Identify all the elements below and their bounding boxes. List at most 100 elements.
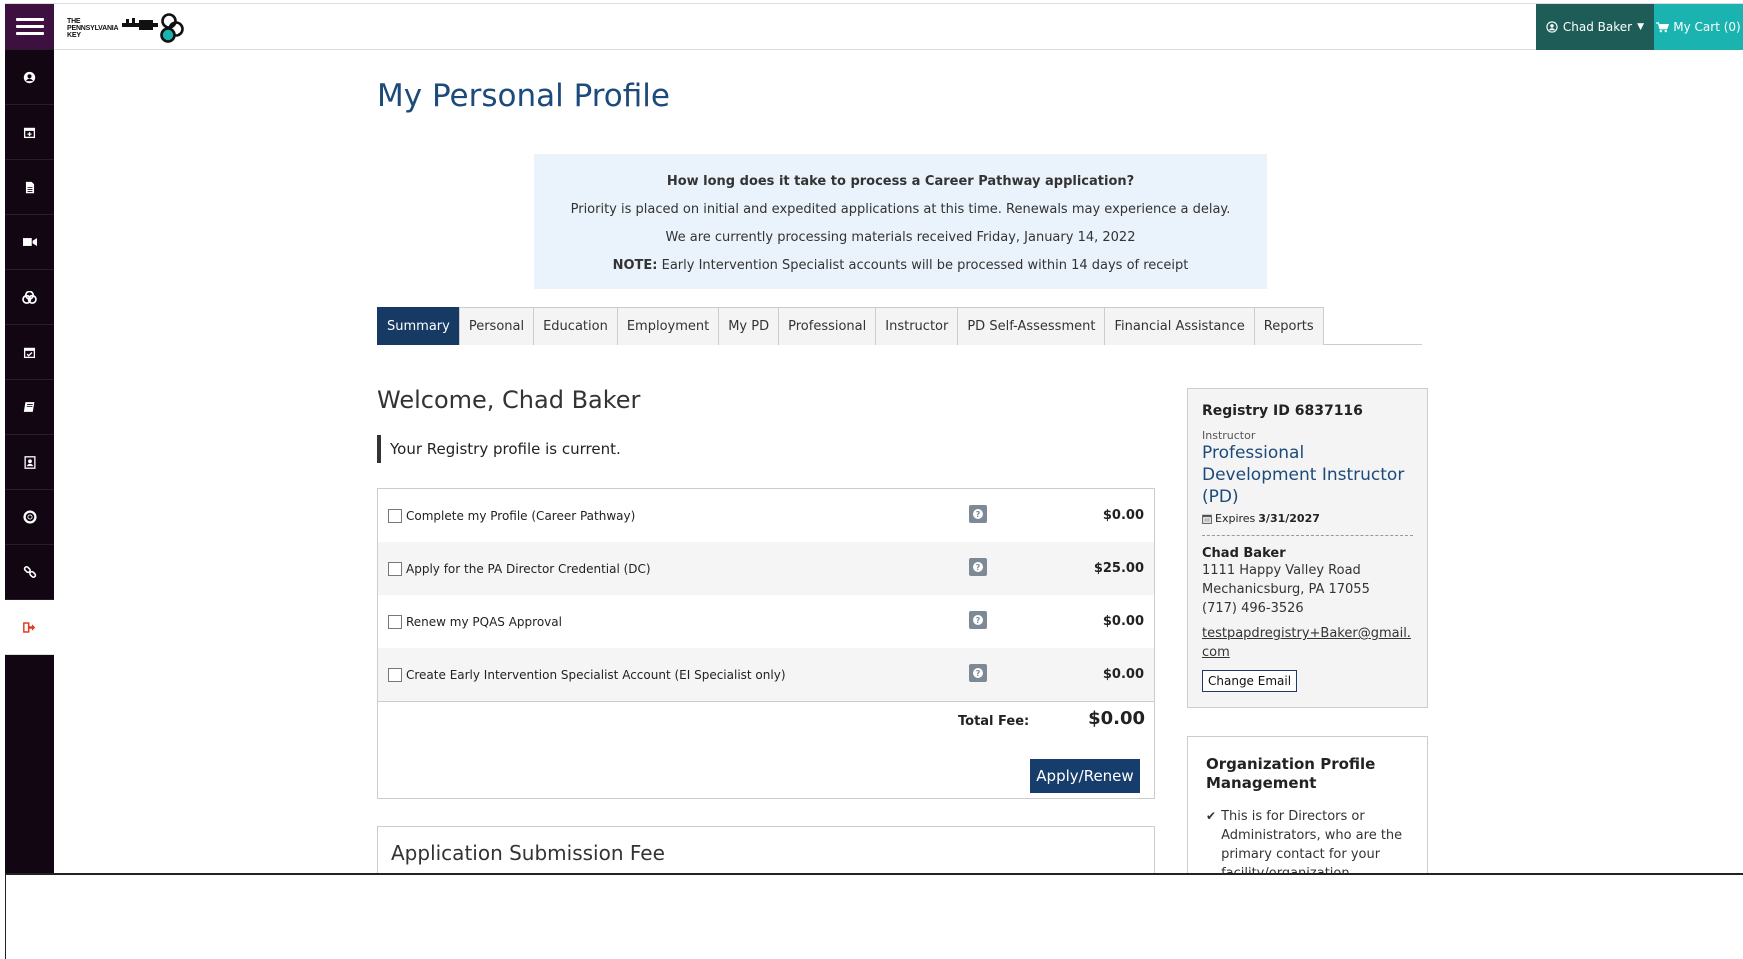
tab-my-pd[interactable]: My PD: [718, 307, 780, 345]
tab-reports[interactable]: Reports: [1253, 307, 1324, 345]
tab-personal[interactable]: Personal: [458, 307, 535, 345]
list-item: Create Early Intervention Specialist Acc…: [378, 648, 1154, 701]
cart-label: My Cart (0): [1673, 20, 1741, 34]
change-email-button[interactable]: Change Email: [1202, 670, 1298, 692]
user-circle-icon: [1546, 21, 1558, 33]
option-label: Complete my Profile (Career Pathway): [406, 508, 636, 523]
option-label: Create Early Intervention Specialist Acc…: [406, 667, 786, 682]
user-menu-button[interactable]: Chad Baker ▼: [1535, 4, 1654, 50]
pa-key-logo[interactable]: THE PENNSYLVANIA KEY: [67, 12, 185, 44]
sidebar-item-help[interactable]: [5, 490, 54, 545]
tab-pd-self-assessment[interactable]: PD Self-Assessment: [957, 307, 1106, 345]
role-label: Instructor: [1202, 429, 1256, 442]
lifebuoy-icon: [22, 510, 37, 524]
welcome-heading: Welcome, Chad Baker: [377, 386, 641, 414]
tab-financial-assistance[interactable]: Financial Assistance: [1104, 307, 1255, 345]
option-checkbox[interactable]: [388, 614, 402, 629]
id-card-icon: [23, 455, 36, 469]
phone: (717) 496-3526: [1202, 601, 1304, 616]
sidebar-item-courses[interactable]: [5, 380, 54, 435]
coins-icon: [22, 290, 37, 304]
calendar-plus-icon: [23, 127, 36, 138]
option-label: Apply for the PA Director Credential (DC…: [406, 561, 651, 576]
logo-text: THE PENNSYLVANIA KEY: [67, 17, 119, 39]
blank-area: [5, 873, 1743, 959]
chevron-down-icon: ▼: [1637, 22, 1644, 32]
user-icon: [23, 71, 36, 83]
registry-card: Registry ID 6837116 Instructor Professio…: [1187, 388, 1428, 708]
profile-tabs: Summary Personal Education Employment My…: [377, 307, 1422, 345]
user-name: Chad Baker: [1562, 20, 1633, 34]
note-text: Early Intervention Specialist accounts w…: [657, 258, 1189, 273]
profile-status: Your Registry profile is current.: [377, 435, 621, 463]
apply-renew-button[interactable]: Apply/Renew: [1030, 759, 1140, 793]
option-checkbox[interactable]: [388, 508, 402, 523]
help-icon[interactable]: ?: [969, 664, 987, 682]
application-fee-section: Application Submission Fee: [377, 826, 1155, 873]
sidebar-item-profile[interactable]: [5, 50, 54, 105]
notice-question: How long does it take to process a Caree…: [666, 174, 1135, 189]
org-list-item: ✔ This is for Directors or Administrator…: [1206, 807, 1409, 873]
expires-label: Expires: [1215, 512, 1256, 525]
calendar-check-icon: [23, 347, 36, 358]
sidebar-item-documents[interactable]: [5, 160, 54, 215]
page-title: My Personal Profile: [377, 78, 670, 114]
notice-note: NOTE: Early Intervention Specialist acco…: [534, 252, 1267, 280]
link-icon: [23, 566, 36, 578]
sidebar-item-links[interactable]: [5, 545, 54, 600]
note-label: NOTE:: [612, 258, 658, 273]
option-price: $0.00: [1102, 614, 1144, 629]
notice-line-2: We are currently processing materials re…: [665, 230, 1136, 245]
org-title: Organization Profile Management: [1206, 755, 1376, 792]
book-icon: [23, 402, 35, 412]
total-row: Total Fee: $0.00: [378, 701, 1154, 737]
fee-section-title: Application Submission Fee: [391, 841, 665, 865]
org-item-text: This is for Directors or Administrators,…: [1221, 809, 1403, 873]
sidebar-item-video[interactable]: [5, 215, 54, 270]
option-checkbox[interactable]: [388, 561, 402, 576]
tab-professional[interactable]: Professional: [778, 307, 877, 345]
option-label: Renew my PQAS Approval: [406, 614, 562, 629]
browser-viewport: THE PENNSYLVANIA KEY Chad Baker ▼ My Car…: [5, 3, 1743, 873]
cart-button[interactable]: My Cart (0): [1654, 4, 1743, 50]
address-line-2: Mechanicsburg, PA 17055: [1202, 582, 1370, 597]
help-icon[interactable]: ?: [969, 505, 987, 523]
tab-employment[interactable]: Employment: [616, 307, 720, 345]
hamburger-icon: [15, 14, 44, 39]
option-checkbox[interactable]: [388, 667, 402, 682]
cart-icon: [1656, 21, 1670, 32]
sidebar-item-calendar-add[interactable]: [5, 105, 54, 160]
help-icon[interactable]: ?: [969, 558, 987, 576]
application-options: Complete my Profile (Career Pathway) ? $…: [377, 488, 1155, 799]
sidebar-item-sign-out[interactable]: [5, 600, 54, 655]
video-icon: [22, 238, 37, 246]
sidebar-item-financial[interactable]: [5, 270, 54, 325]
address-line-1: 1111 Happy Valley Road: [1202, 563, 1361, 578]
expires-date: 3/31/2027: [1258, 512, 1320, 525]
top-bar: THE PENNSYLVANIA KEY Chad Baker ▼ My Car…: [54, 4, 1743, 50]
key-icon: [122, 13, 185, 43]
processing-notice: How long does it take to process a Caree…: [534, 154, 1267, 289]
sidebar: [5, 4, 54, 873]
list-item: Renew my PQAS Approval ? $0.00: [378, 595, 1154, 648]
help-icon[interactable]: ?: [969, 611, 987, 629]
total-value: $0.00: [1088, 708, 1145, 729]
role-title[interactable]: Professional Development Instructor (PD): [1202, 442, 1413, 508]
total-label: Total Fee:: [958, 714, 1030, 729]
email-link[interactable]: testpapdregistry+Baker@gmail.com: [1202, 624, 1416, 662]
sidebar-item-calendar-check[interactable]: [5, 325, 54, 380]
divider: [1202, 535, 1413, 536]
registry-id: Registry ID 6837116: [1202, 403, 1363, 419]
contact-name: Chad Baker: [1202, 546, 1286, 561]
check-icon: ✔: [1206, 809, 1217, 823]
tab-instructor[interactable]: Instructor: [875, 307, 959, 345]
option-price: $0.00: [1102, 508, 1144, 523]
list-item: Apply for the PA Director Credential (DC…: [378, 542, 1154, 595]
notice-line-1: Priority is placed on initial and expedi…: [570, 202, 1231, 217]
tab-education[interactable]: Education: [533, 307, 618, 345]
sidebar-item-contact-card[interactable]: [5, 435, 54, 490]
menu-button[interactable]: [5, 4, 54, 50]
option-price: $25.00: [1093, 561, 1144, 576]
tab-summary[interactable]: Summary: [377, 307, 460, 345]
option-price: $0.00: [1102, 667, 1144, 682]
